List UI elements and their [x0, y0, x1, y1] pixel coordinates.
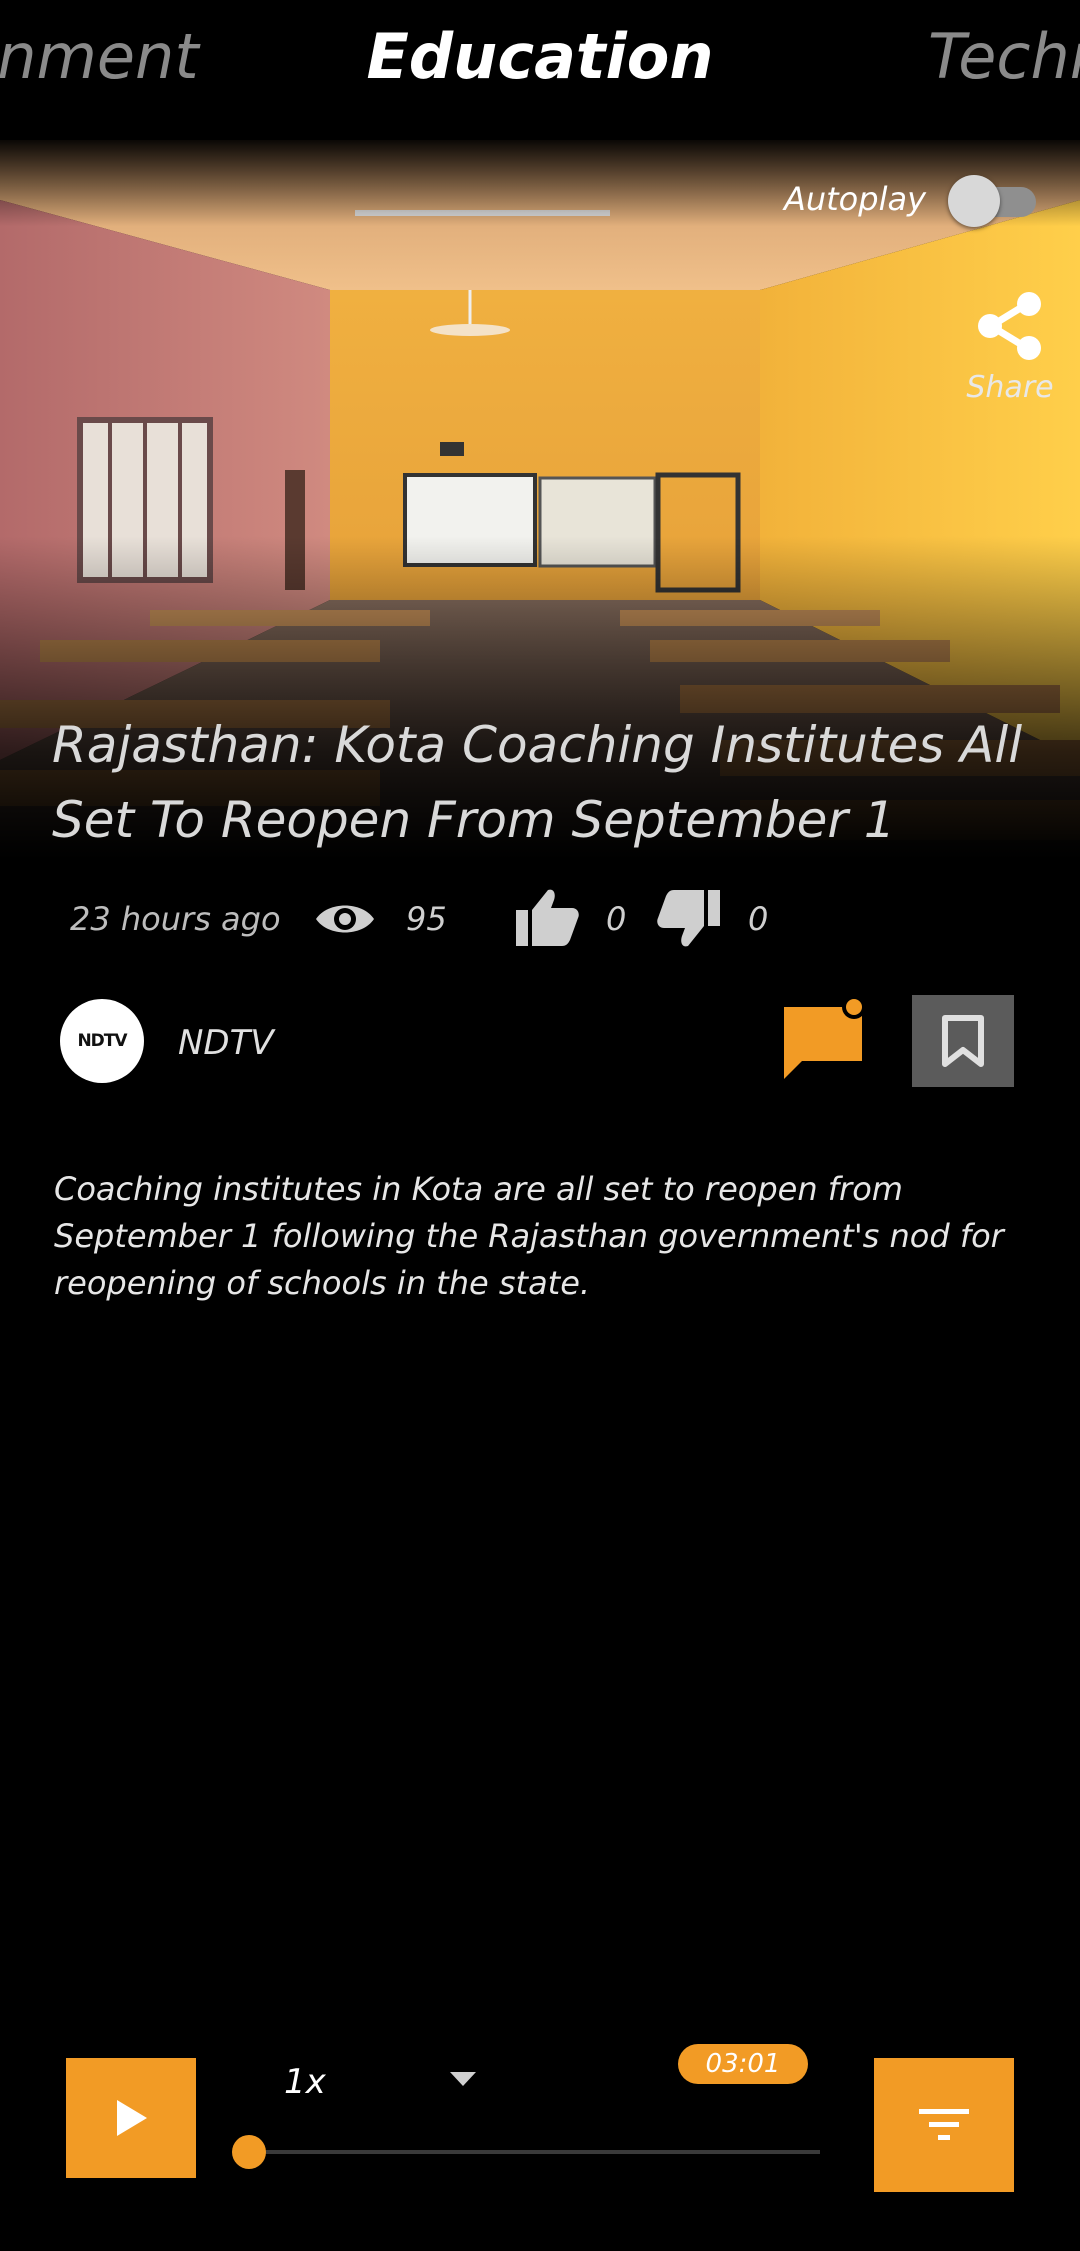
- dislike-count: 0: [748, 900, 769, 938]
- article-title: Rajasthan: Kota Coaching Institutes All …: [52, 716, 1023, 849]
- article-stats: 23 hours ago 95 0 0: [0, 884, 1080, 954]
- filter-icon: [919, 2109, 969, 2140]
- source-logo[interactable]: NDTV: [60, 999, 144, 1083]
- article-summary: Coaching institutes in Kota are all set …: [54, 1170, 1004, 1302]
- filter-button[interactable]: [874, 2058, 1014, 2192]
- eye-icon: [316, 905, 374, 933]
- source-row: NDTV NDTV: [0, 995, 1080, 1095]
- autoplay-label: Autoplay: [783, 180, 926, 218]
- share-label: Share: [966, 370, 1054, 405]
- autoplay-toggle[interactable]: [948, 175, 1036, 227]
- playback-speed[interactable]: 1x: [284, 2062, 326, 2102]
- tab-technology[interactable]: Techr: [928, 20, 1080, 93]
- play-icon: [117, 2100, 147, 2136]
- thumbs-up-icon[interactable]: [514, 886, 580, 948]
- time-ago: 23 hours ago: [70, 900, 281, 938]
- duration-badge: 03:01: [678, 2044, 808, 2084]
- category-tabs: inment Education Techr: [0, 0, 1080, 120]
- source-name[interactable]: NDTV: [178, 1023, 274, 1063]
- progress-thumb[interactable]: [232, 2135, 266, 2169]
- share-button[interactable]: Share: [960, 290, 1060, 405]
- thumbs-down-icon[interactable]: [656, 888, 722, 950]
- toggle-knob: [948, 175, 1000, 227]
- bookmark-icon: [942, 1015, 984, 1067]
- chevron-down-icon[interactable]: [448, 2070, 478, 2088]
- like-count: 0: [606, 900, 627, 938]
- autoplay-control[interactable]: Autoplay: [783, 175, 1036, 227]
- progress-track[interactable]: [248, 2150, 820, 2154]
- bookmark-button[interactable]: [912, 995, 1014, 1087]
- comment-icon[interactable]: [782, 995, 870, 1085]
- tab-education[interactable]: Education: [0, 20, 1080, 93]
- share-icon: [978, 292, 1041, 360]
- view-count: 95: [406, 900, 447, 938]
- play-button[interactable]: [66, 2058, 196, 2178]
